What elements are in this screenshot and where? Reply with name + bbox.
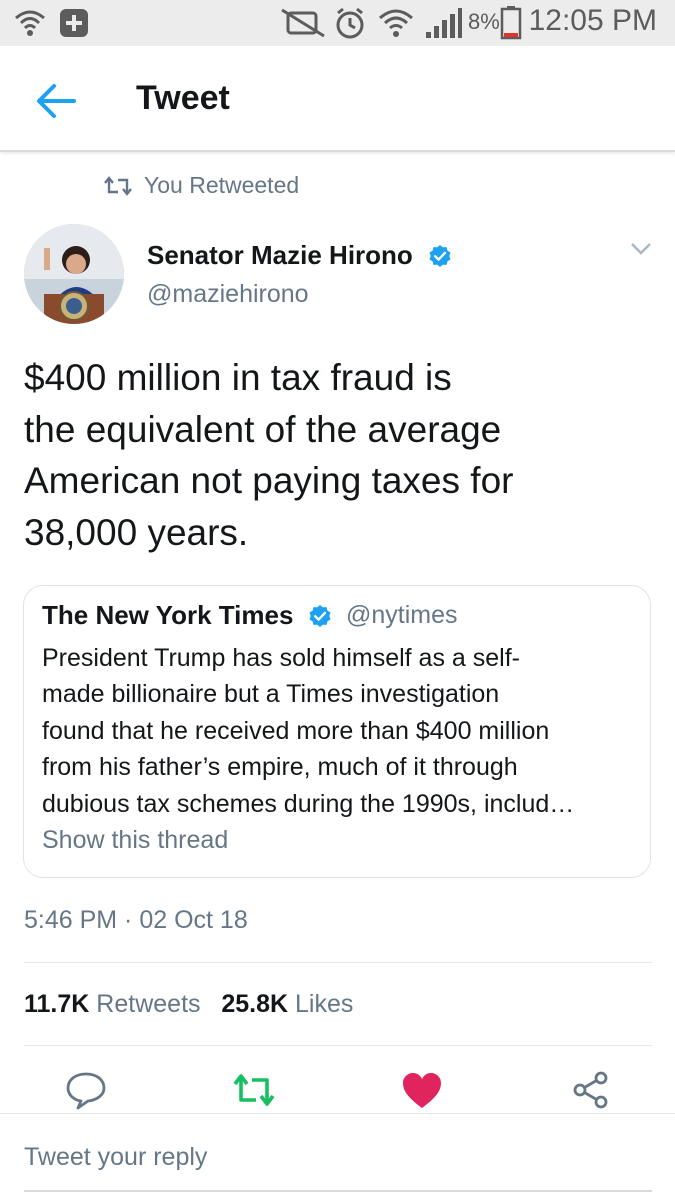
- alarm-icon: [336, 7, 364, 39]
- reply-input[interactable]: Tweet your reply: [24, 1143, 207, 1172]
- author-name[interactable]: Senator Mazie Hirono: [147, 240, 413, 271]
- quoted-text-line: from his father’s empire, much of it thr…: [42, 753, 518, 782]
- tweet-text: $400 million in tax fraud is the equival…: [24, 352, 634, 558]
- quoted-author-name: The New York Times: [42, 600, 294, 630]
- retweets-count: 11.7K: [24, 990, 90, 1018]
- share-icon[interactable]: [570, 1070, 614, 1110]
- avatar[interactable]: [24, 224, 124, 324]
- tweet-text-line: the equivalent of the average: [24, 408, 502, 450]
- wifi-icon: [379, 9, 413, 37]
- quoted-tweet-text: President Trump has sold himself as a se…: [42, 640, 638, 822]
- signal-icon: [426, 8, 462, 38]
- reply-input-underline: [24, 1190, 652, 1192]
- engagement-stats: 11.7K Retweets 25.8K Likes: [24, 990, 353, 1019]
- tweet-timestamp: 5:46 PM · 02 Oct 18: [24, 906, 248, 934]
- quoted-tweet-card[interactable]: The New York Times @nytimes President Tr…: [23, 585, 651, 878]
- retweet-context-icon: [104, 176, 132, 196]
- verified-badge-icon: [429, 245, 451, 267]
- tweet-text-line: 38,000 years.: [24, 511, 249, 553]
- chevron-down-icon[interactable]: [630, 242, 652, 256]
- add-box-icon: [60, 9, 88, 37]
- tweet-text-line: $400 million in tax fraud is: [24, 357, 452, 398]
- quoted-text-line: made billionaire but a Times investigati…: [42, 680, 500, 709]
- likes-label: Likes: [295, 990, 354, 1018]
- retweets-label: Retweets: [96, 990, 201, 1018]
- show-thread-link[interactable]: Show this thread: [42, 826, 228, 855]
- wifi-calling-icon: [15, 10, 45, 36]
- quoted-text-line: found that he received more than $400 mi…: [42, 716, 550, 745]
- status-time: 12:05 PM: [528, 4, 657, 37]
- author-handle[interactable]: @maziehirono: [147, 280, 309, 309]
- battery-percent: 8%: [468, 9, 500, 34]
- avatar-image: [24, 224, 124, 324]
- divider: [0, 1113, 675, 1114]
- retweets-stat[interactable]: 11.7K Retweets: [24, 990, 201, 1018]
- divider: [24, 1045, 652, 1046]
- reply-icon[interactable]: [64, 1070, 108, 1110]
- quoted-author-handle: @nytimes: [346, 601, 458, 629]
- likes-stat[interactable]: 25.8K Likes: [221, 990, 353, 1018]
- like-heart-icon[interactable]: [400, 1070, 444, 1110]
- nfc-mute-icon: [281, 8, 325, 38]
- likes-count: 25.8K: [221, 990, 289, 1018]
- battery-icon: [500, 6, 522, 40]
- status-bar: 8% 12:05 PM: [0, 0, 675, 46]
- divider: [24, 962, 652, 963]
- back-arrow-icon[interactable]: [34, 83, 78, 119]
- page-title: Tweet: [136, 79, 230, 117]
- quoted-text-line: dubious tax schemes during the 1990s, in…: [42, 789, 575, 818]
- retweet-icon[interactable]: [232, 1070, 276, 1110]
- app-header: Tweet: [0, 46, 675, 152]
- tweet-text-line: American not paying taxes for: [24, 460, 514, 501]
- quoted-text-line: President Trump has sold himself as a se…: [42, 644, 520, 672]
- retweet-context-label: You Retweeted: [144, 172, 300, 198]
- verified-badge-icon: [309, 605, 331, 627]
